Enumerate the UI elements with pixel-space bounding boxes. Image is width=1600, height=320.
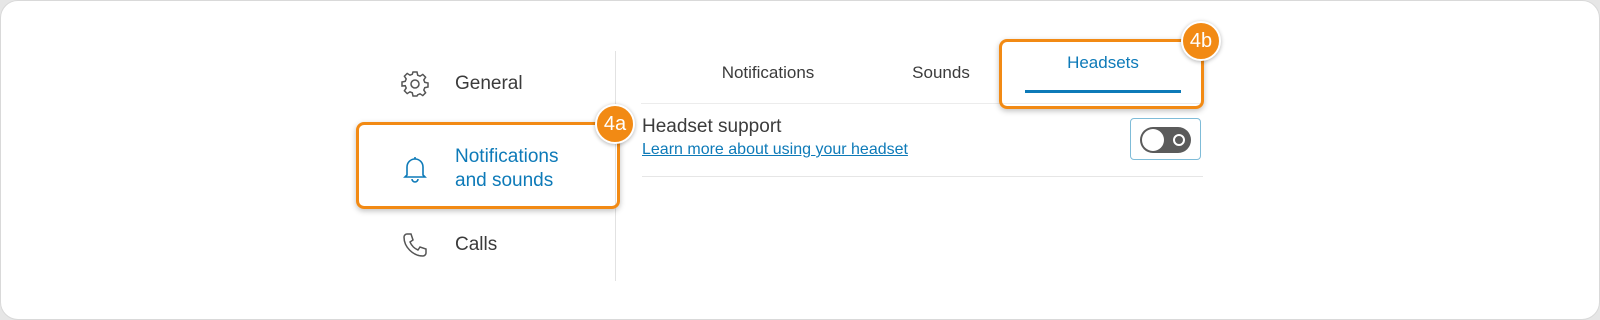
callout-highlight-4b xyxy=(999,39,1204,109)
phone-icon xyxy=(399,229,431,261)
sidebar-item-label: General xyxy=(455,73,523,94)
gear-icon xyxy=(399,68,431,100)
callout-badge-4a: 4a xyxy=(595,104,635,144)
sidebar-item-label: Calls xyxy=(455,234,498,255)
row-divider xyxy=(642,176,1203,177)
sidebar-item-calls[interactable]: Calls xyxy=(361,225,619,265)
sidebar-item-general[interactable]: General xyxy=(361,64,619,104)
callout-badge-4b: 4b xyxy=(1181,21,1221,61)
callout-highlight-4a xyxy=(356,122,620,209)
toggle-knob xyxy=(1142,129,1164,151)
toggle-track xyxy=(1140,127,1191,153)
toggle-off-indicator-icon xyxy=(1173,134,1185,146)
headset-support-toggle[interactable] xyxy=(1130,118,1201,160)
tab-notifications[interactable]: Notifications xyxy=(701,63,835,93)
tab-sounds[interactable]: Sounds xyxy=(901,63,981,93)
headset-support-title: Headset support xyxy=(642,116,782,137)
settings-panel: General Notifications and sounds Calls N… xyxy=(0,0,1600,320)
learn-more-headset-link[interactable]: Learn more about using your headset xyxy=(642,141,908,159)
